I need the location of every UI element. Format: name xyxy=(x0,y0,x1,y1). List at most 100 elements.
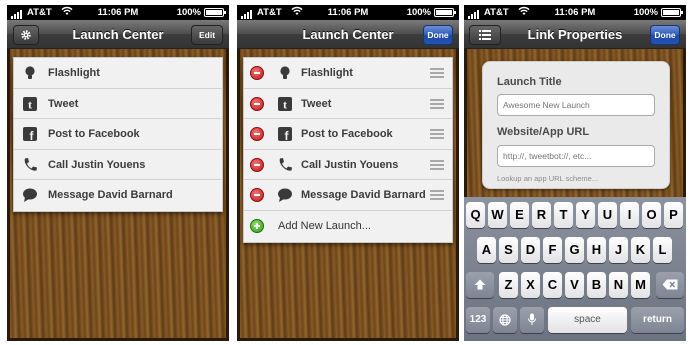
launch-center-edit-screen: AT&T 11:06 PM 100% Launch Center Done Fl… xyxy=(237,5,459,341)
key-j[interactable]: J xyxy=(609,237,628,263)
list-item-label: Post to Facebook xyxy=(301,128,393,141)
navigation-bar: Link Properties Done xyxy=(464,20,686,49)
backspace-icon xyxy=(662,279,678,293)
launch-title-input[interactable] xyxy=(497,94,655,116)
svg-text:t: t xyxy=(283,97,287,111)
delete-icon[interactable] xyxy=(250,66,264,80)
space-key[interactable]: space xyxy=(548,307,627,333)
list-item-label: Tweet xyxy=(301,97,332,110)
key-n[interactable]: N xyxy=(609,272,628,298)
done-button[interactable]: Done xyxy=(423,25,453,45)
list-item-message-david-barnard[interactable]: Message David Barnard xyxy=(14,180,222,211)
status-bar: AT&T 11:06 PM 100% xyxy=(464,5,686,20)
list-item-label: Post to Facebook xyxy=(48,128,140,141)
delete-icon[interactable] xyxy=(250,96,264,111)
navigation-bar: Launch Center Edit xyxy=(7,20,229,49)
list-item-post-to-facebook[interactable]: f Post to Facebook xyxy=(14,119,222,150)
delete-key[interactable] xyxy=(656,272,684,298)
lightbulb-icon xyxy=(22,65,38,81)
link-properties-screen: AT&T 11:06 PM 100% Link Properties Done … xyxy=(464,5,686,341)
list-item-label: Call Justin Youens xyxy=(48,158,146,171)
key-h[interactable]: H xyxy=(587,237,606,263)
key-w[interactable]: W xyxy=(488,202,507,228)
key-e[interactable]: E xyxy=(510,202,529,228)
reorder-handle-icon[interactable] xyxy=(430,159,444,170)
website-url-label: Website/App URL xyxy=(497,126,590,138)
list-item-message-david-barnard[interactable]: Message David Barnard xyxy=(244,180,452,211)
phone-icon xyxy=(277,157,293,173)
status-bar: AT&T 11:06 PM 100% xyxy=(7,5,229,20)
key-o[interactable]: O xyxy=(642,202,661,228)
battery-icon xyxy=(434,8,456,17)
speech-bubble-icon xyxy=(277,187,293,203)
list-item-label: Message David Barnard xyxy=(301,189,426,202)
lightbulb-icon xyxy=(277,65,293,81)
numbers-key[interactable]: 123 xyxy=(466,307,490,333)
delete-icon[interactable] xyxy=(250,157,264,172)
keyboard: Q W E R T Y U I O P A S D F G H J K L Z xyxy=(464,197,686,341)
battery-icon xyxy=(661,8,683,17)
key-k[interactable]: K xyxy=(631,237,650,263)
list-item-label: Flashlight xyxy=(48,67,100,79)
add-new-launch-row[interactable]: Add New Launch... xyxy=(244,211,452,242)
list-item-flashlight[interactable]: Flashlight xyxy=(244,58,452,89)
reorder-handle-icon[interactable] xyxy=(430,98,444,109)
add-new-launch-label: Add New Launch... xyxy=(278,219,371,232)
key-s[interactable]: S xyxy=(499,237,518,263)
launch-center-screen: AT&T 11:06 PM 100% Launch Center Edit Fl… xyxy=(7,5,229,341)
edit-button[interactable]: Edit xyxy=(191,25,223,45)
status-bar: AT&T 11:06 PM 100% xyxy=(237,5,459,20)
key-i[interactable]: I xyxy=(620,202,639,228)
dictation-key[interactable] xyxy=(520,307,544,333)
key-v[interactable]: V xyxy=(565,272,584,298)
list-item-label: Flashlight xyxy=(301,67,353,79)
keyboard-row-1: Q W E R T Y U I O P xyxy=(464,202,686,228)
globe-icon xyxy=(499,314,511,329)
reorder-handle-icon[interactable] xyxy=(430,190,444,201)
delete-icon[interactable] xyxy=(250,188,264,203)
key-t[interactable]: T xyxy=(554,202,573,228)
key-g[interactable]: G xyxy=(565,237,584,263)
list-item-label: Call Justin Youens xyxy=(301,158,399,171)
list-item-call-justin-youens[interactable]: Call Justin Youens xyxy=(14,150,222,181)
key-l[interactable]: L xyxy=(653,237,672,263)
key-b[interactable]: B xyxy=(587,272,606,298)
list-item-tweet[interactable]: t Tweet xyxy=(14,89,222,120)
key-a[interactable]: A xyxy=(477,237,496,263)
list-item-tweet[interactable]: t Tweet xyxy=(244,89,452,120)
battery-percent: 100% xyxy=(633,7,658,18)
svg-text:t: t xyxy=(28,97,32,111)
twitter-icon: t xyxy=(22,96,38,112)
key-f[interactable]: F xyxy=(543,237,562,263)
key-x[interactable]: X xyxy=(521,272,540,298)
launch-list: Flashlight t Tweet f Post to Facebook Ca… xyxy=(13,57,223,212)
battery-percent: 100% xyxy=(176,7,201,18)
add-icon xyxy=(250,218,264,233)
shift-key[interactable] xyxy=(466,272,494,298)
keyboard-row-2: A S D F G H J K L xyxy=(464,237,686,263)
reorder-handle-icon[interactable] xyxy=(430,68,444,78)
key-q[interactable]: Q xyxy=(466,202,485,228)
launch-title-label: Launch Title xyxy=(497,76,562,88)
delete-icon[interactable] xyxy=(250,127,264,142)
key-y[interactable]: Y xyxy=(576,202,595,228)
key-c[interactable]: C xyxy=(543,272,562,298)
key-r[interactable]: R xyxy=(532,202,551,228)
key-m[interactable]: M xyxy=(631,272,650,298)
done-button[interactable]: Done xyxy=(650,25,680,45)
microphone-icon xyxy=(527,313,537,329)
keyboard-row-4: 123 space return xyxy=(464,307,686,333)
url-scheme-lookup-link[interactable]: Lookup an app URL scheme... xyxy=(497,174,598,183)
key-d[interactable]: D xyxy=(521,237,540,263)
globe-key[interactable] xyxy=(493,307,517,333)
reorder-handle-icon[interactable] xyxy=(430,129,444,140)
list-item-post-to-facebook[interactable]: f Post to Facebook xyxy=(244,119,452,150)
key-p[interactable]: P xyxy=(664,202,683,228)
key-z[interactable]: Z xyxy=(499,272,518,298)
battery-percent: 100% xyxy=(406,7,431,18)
website-url-input[interactable] xyxy=(497,145,655,167)
list-item-call-justin-youens[interactable]: Call Justin Youens xyxy=(244,150,452,181)
return-key[interactable]: return xyxy=(631,307,684,333)
key-u[interactable]: U xyxy=(598,202,617,228)
list-item-flashlight[interactable]: Flashlight xyxy=(14,58,222,89)
